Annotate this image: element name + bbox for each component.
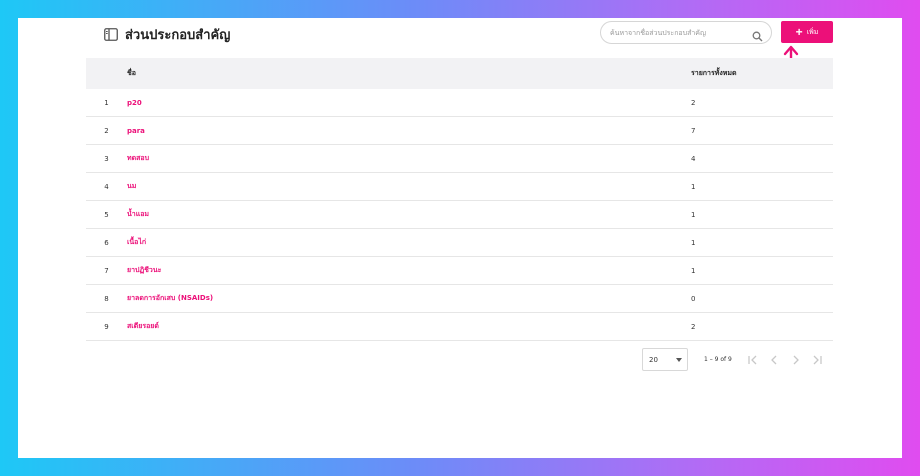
first-page-icon[interactable] bbox=[746, 353, 760, 367]
row-name-link[interactable]: สเตียรอยด์ bbox=[127, 321, 691, 332]
page-size-value: 20 bbox=[649, 356, 658, 364]
row-count: 1 bbox=[691, 182, 696, 191]
page-container: ส่วนประกอบสำคัญ + เพิ่ม ชื่อ รายการทั้งห… bbox=[18, 18, 902, 458]
next-page-icon[interactable] bbox=[789, 353, 803, 367]
page-title: ส่วนประกอบสำคัญ bbox=[125, 28, 231, 43]
plus-icon: + bbox=[795, 25, 803, 39]
row-index: 7 bbox=[104, 266, 109, 275]
sidebar-panel-icon[interactable] bbox=[104, 28, 118, 41]
row-count: 1 bbox=[691, 238, 696, 247]
add-button-label: เพิ่ม bbox=[806, 28, 819, 36]
row-count: 4 bbox=[691, 154, 696, 163]
row-name-link[interactable]: ยาลดการอักเสบ (NSAIDs) bbox=[127, 293, 691, 304]
row-count: 1 bbox=[691, 266, 696, 275]
page-header: ส่วนประกอบสำคัญ + เพิ่ม bbox=[104, 18, 851, 58]
column-count-header[interactable]: รายการทั้งหมด bbox=[691, 68, 833, 79]
search-input[interactable] bbox=[610, 26, 750, 40]
search-icon[interactable] bbox=[752, 27, 763, 46]
table-row[interactable]: 7 ยาปฏิชีวนะ 1 bbox=[86, 257, 833, 285]
search-box[interactable] bbox=[600, 21, 772, 44]
row-count: 1 bbox=[691, 210, 696, 219]
row-count: 0 bbox=[691, 294, 696, 303]
chevron-down-icon bbox=[676, 358, 682, 362]
table-row[interactable]: 3 ทดสอบ 4 bbox=[86, 145, 833, 173]
add-button[interactable]: + เพิ่ม bbox=[781, 21, 833, 43]
title-group: ส่วนประกอบสำคัญ bbox=[104, 24, 230, 45]
row-index: 8 bbox=[104, 294, 109, 303]
row-index: 6 bbox=[104, 238, 109, 247]
row-name-link[interactable]: น้ำแอม bbox=[127, 209, 691, 220]
previous-page-icon[interactable] bbox=[767, 353, 781, 367]
table-row[interactable]: 4 นม 1 bbox=[86, 173, 833, 201]
column-name-header[interactable]: ชื่อ bbox=[127, 68, 691, 79]
table-body: 1 p20 2 2 para 7 3 ทดสอบ 4 4 นม 1 5 น้ำแอม 1 6 เนื้อไก่ 1… bbox=[86, 89, 833, 341]
pagination-range: 1 – 9 of 9 bbox=[704, 356, 732, 363]
table-row[interactable]: 2 para 7 bbox=[86, 117, 833, 145]
table-row[interactable]: 6 เนื้อไก่ 1 bbox=[86, 229, 833, 257]
pagination: 20 1 – 9 of 9 bbox=[642, 348, 832, 372]
table-row[interactable]: 5 น้ำแอม 1 bbox=[86, 201, 833, 229]
page-size-select[interactable]: 20 bbox=[642, 348, 688, 371]
row-name-link[interactable]: นม bbox=[127, 181, 691, 192]
row-index: 4 bbox=[104, 182, 109, 191]
row-index: 9 bbox=[104, 322, 109, 331]
row-name-link[interactable]: ทดสอบ bbox=[127, 153, 691, 164]
table-header: ชื่อ รายการทั้งหมด bbox=[86, 58, 833, 89]
ingredients-table: ชื่อ รายการทั้งหมด 1 p20 2 2 para 7 3 ทดสอบ 4 4 นม… bbox=[86, 58, 833, 341]
row-count: 2 bbox=[691, 322, 696, 331]
table-row[interactable]: 8 ยาลดการอักเสบ (NSAIDs) 0 bbox=[86, 285, 833, 313]
row-name-link[interactable]: เนื้อไก่ bbox=[127, 237, 691, 248]
row-index: 2 bbox=[104, 126, 109, 135]
row-name-link[interactable]: para bbox=[127, 127, 691, 135]
row-name-link[interactable]: p20 bbox=[127, 99, 691, 107]
row-index: 5 bbox=[104, 210, 109, 219]
row-count: 7 bbox=[691, 126, 696, 135]
row-index: 1 bbox=[104, 98, 109, 107]
table-row[interactable]: 1 p20 2 bbox=[86, 89, 833, 117]
row-name-link[interactable]: ยาปฏิชีวนะ bbox=[127, 265, 691, 276]
row-index: 3 bbox=[104, 154, 109, 163]
last-page-icon[interactable] bbox=[810, 353, 824, 367]
table-row[interactable]: 9 สเตียรอยด์ 2 bbox=[86, 313, 833, 341]
row-count: 2 bbox=[691, 98, 696, 107]
